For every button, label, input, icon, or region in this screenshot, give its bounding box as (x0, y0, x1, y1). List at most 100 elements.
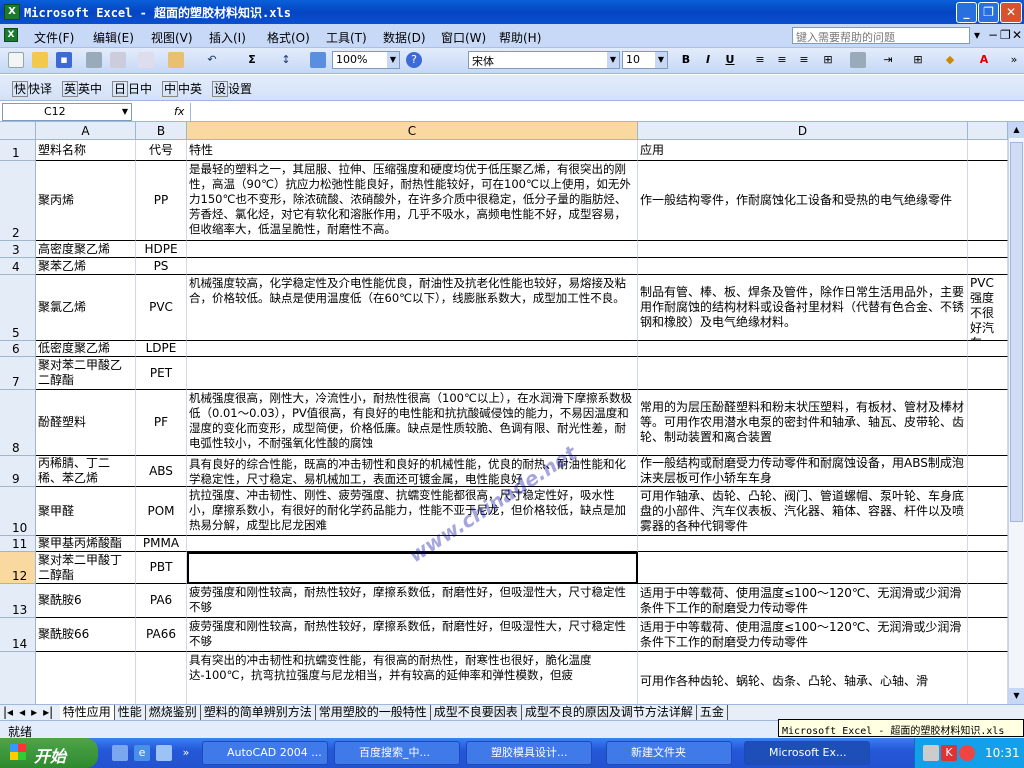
minimize-button[interactable]: _ (956, 2, 977, 23)
cell-e[interactable] (968, 357, 1008, 390)
sheet-tab[interactable]: 常用塑胶的一般特性 (316, 705, 431, 720)
cell-a[interactable]: 聚丙烯 (36, 161, 136, 241)
cell-b[interactable]: PA6 (136, 584, 187, 618)
column-header-c[interactable]: C (187, 122, 638, 140)
font-size-dropdown-icon[interactable]: ▼ (655, 52, 667, 68)
row-header[interactable]: 14 (0, 618, 36, 652)
cell-c[interactable]: 具有突出的冲击韧性和抗蠕变性能，有很高的耐热性，耐寒性也很好，脆化温度达-100… (187, 652, 638, 704)
antivirus-icon[interactable]: K (941, 745, 957, 761)
row-header[interactable]: 4 (0, 258, 36, 275)
font-color-icon[interactable]: A (976, 52, 992, 68)
sort-ascending-icon[interactable]: ↕ (278, 52, 294, 68)
workbook-icon[interactable]: X (4, 28, 18, 42)
cell-c[interactable] (187, 258, 638, 275)
network-icon[interactable] (923, 745, 939, 761)
menu-view[interactable]: 视图(V) (151, 29, 193, 46)
sheet-tab[interactable]: 塑料的简单辨别方法 (201, 705, 316, 720)
sheet-tab[interactable]: 五金 (697, 705, 728, 720)
last-sheet-icon[interactable]: ▸| (40, 705, 56, 720)
row-header[interactable]: 5 (0, 275, 36, 341)
cell-d[interactable] (638, 552, 968, 584)
quicklaunch-ie-icon[interactable]: e (134, 745, 150, 761)
cell-c[interactable]: 疲劳强度和刚性较高，耐热性较好，摩擦系数低，耐磨性好，但吸湿性大，尺寸稳定性不够 (187, 618, 638, 652)
cell-b[interactable]: PS (136, 258, 187, 275)
cell-e[interactable] (968, 584, 1008, 618)
cell-d[interactable]: 应用 (638, 140, 968, 161)
workbook-minimize-icon[interactable]: − (988, 28, 998, 42)
cell-a[interactable]: 丙稀腈、丁二稀、苯乙烯 (36, 456, 136, 487)
cell-c[interactable] (187, 341, 638, 357)
cell-c[interactable]: 是最轻的塑料之一，其屈服、拉伸、压缩强度和硬度均优于低压聚乙烯，有很突出的刚性，… (187, 161, 638, 241)
cell-a[interactable]: 聚苯乙烯 (36, 258, 136, 275)
cell-a[interactable]: 高密度聚乙烯 (36, 241, 136, 258)
cell-e[interactable] (968, 161, 1008, 241)
cell-b[interactable]: PA66 (136, 618, 187, 652)
row-header[interactable]: 11 (0, 536, 36, 552)
row-header[interactable]: 2 (0, 161, 36, 241)
restore-button[interactable]: ❐ (978, 2, 999, 23)
merge-center-icon[interactable]: ⊞ (820, 52, 836, 68)
row-header[interactable]: 9 (0, 456, 36, 487)
cell-d[interactable]: 适用于中等载荷、使用温度≤100～120℃、无润滑或少润滑条件下工作的耐磨受力传… (638, 618, 968, 652)
row-header[interactable]: 10 (0, 487, 36, 536)
cell-e[interactable] (968, 258, 1008, 275)
next-sheet-icon[interactable]: ▸ (28, 705, 40, 720)
undo-icon[interactable]: ↶ (204, 52, 220, 68)
cell-c[interactable]: 疲劳强度和刚性较高，耐热性较好，摩擦系数低，耐磨性好，但吸湿性大，尺寸稳定性不够 (187, 584, 638, 618)
cell-d[interactable] (638, 241, 968, 258)
open-icon[interactable] (32, 52, 48, 68)
toolbar-options-icon[interactable]: » (1006, 52, 1022, 68)
cell-a[interactable] (36, 652, 136, 704)
cell-c[interactable] (187, 241, 638, 258)
align-left-icon[interactable]: ≡ (752, 52, 768, 68)
cell-e[interactable] (968, 536, 1008, 552)
quicklaunch-media-icon[interactable] (156, 745, 172, 761)
cell-e[interactable] (968, 618, 1008, 652)
cell-b[interactable]: LDPE (136, 341, 187, 357)
zoom-dropdown-icon[interactable]: ▼ (387, 52, 399, 68)
select-all-corner[interactable] (0, 122, 36, 140)
cell-b[interactable]: POM (136, 487, 187, 536)
align-right-icon[interactable]: ≡ (796, 52, 812, 68)
cell-b[interactable]: PBT (136, 552, 187, 584)
row-header[interactable]: 13 (0, 584, 36, 618)
insert-function-icon[interactable]: fx (174, 105, 184, 118)
cell-e[interactable] (968, 390, 1008, 456)
autosum-icon[interactable]: Σ (244, 52, 260, 68)
quicklaunch-expand-icon[interactable]: » (178, 745, 194, 761)
cell-a[interactable]: 聚酰胺6 (36, 584, 136, 618)
menu-format[interactable]: 格式(O) (267, 29, 310, 46)
cell-a[interactable]: 聚对苯二甲酸乙二醇酯 (36, 357, 136, 390)
first-sheet-icon[interactable]: |◂ (0, 705, 16, 720)
menu-window[interactable]: 窗口(W) (441, 29, 486, 46)
scroll-up-icon[interactable]: ▲ (1009, 122, 1024, 138)
cell-b[interactable]: PF (136, 390, 187, 456)
close-button[interactable]: ✕ (1000, 2, 1022, 23)
row-header[interactable]: 12 (0, 552, 36, 584)
indent-icon[interactable]: ⇥ (880, 52, 896, 68)
column-header-a[interactable]: A (36, 122, 136, 140)
quick-translate-button[interactable]: 快快译 (12, 80, 52, 97)
paste-icon[interactable] (168, 52, 184, 68)
currency-icon[interactable] (850, 52, 866, 68)
cell-a[interactable]: 聚甲基丙烯酸酯 (36, 536, 136, 552)
help-icon[interactable]: ? (406, 52, 422, 68)
en-zh-button[interactable]: 英英中 (62, 80, 102, 97)
cell-a[interactable]: 聚甲醛 (36, 487, 136, 536)
menu-tools[interactable]: 工具(T) (326, 29, 367, 46)
cell-d[interactable]: 作一般结构零件，作耐腐蚀化工设备和受热的电气绝缘零件 (638, 161, 968, 241)
column-header-b[interactable]: B (136, 122, 187, 140)
cell-b[interactable]: PP (136, 161, 187, 241)
row-header[interactable]: 7 (0, 357, 36, 390)
cell-b[interactable]: PVC (136, 275, 187, 341)
cell-a[interactable]: 酚醛塑料 (36, 390, 136, 456)
underline-icon[interactable]: U (722, 52, 738, 68)
cell-e[interactable] (968, 456, 1008, 487)
cell-e[interactable] (968, 652, 1008, 704)
row-header[interactable] (0, 652, 36, 704)
cell-b[interactable]: PMMA (136, 536, 187, 552)
name-box-dropdown-icon[interactable]: ▼ (119, 104, 131, 120)
help-dropdown-icon[interactable]: ▾ (974, 28, 980, 42)
cell-e[interactable] (968, 487, 1008, 536)
cell-a[interactable]: 低密度聚乙烯 (36, 341, 136, 357)
